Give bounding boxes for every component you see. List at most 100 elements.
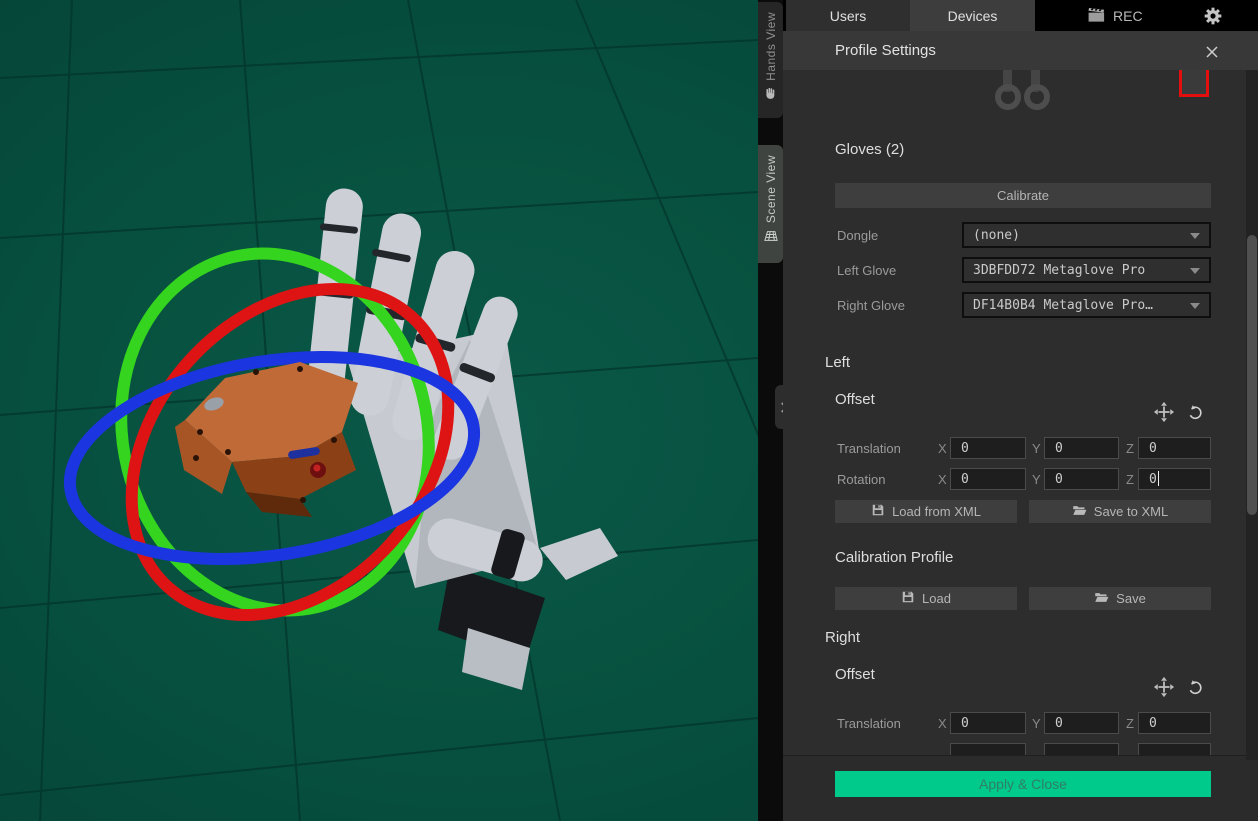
tab-users[interactable]: Users: [786, 0, 910, 31]
left-glove-dropdown[interactable]: 3DBFDD72 Metaglove Pro: [962, 257, 1211, 283]
calibration-load-button[interactable]: Load: [835, 587, 1017, 610]
left-offset-rotate-highlight: [1179, 70, 1209, 97]
left-glove-value: 3DBFDD72 Metaglove Pro: [973, 263, 1145, 278]
scene-viewport[interactable]: [0, 0, 758, 821]
right-offset-heading: Offset: [835, 666, 875, 683]
chevron-down-icon: [1190, 303, 1200, 309]
dialog-titlebar: Profile Settings: [783, 31, 1258, 70]
hands-view-label: Hands View: [764, 12, 778, 81]
left-rotation-z-input[interactable]: [1138, 468, 1211, 490]
chevron-down-icon: [1190, 268, 1200, 274]
axis-z-label: Z: [1126, 716, 1134, 731]
chevron-down-icon: [1190, 233, 1200, 239]
tab-users-label: Users: [830, 8, 867, 24]
scrollbar-track[interactable]: [1246, 70, 1258, 760]
right-glove-label: Right Glove: [837, 298, 905, 313]
glove-fingertip-ring: [995, 84, 1021, 110]
left-rotation-y-input[interactable]: [1044, 468, 1119, 490]
right-offset-move-button[interactable]: [1152, 675, 1176, 699]
glove-fingertip-ring: [1024, 84, 1050, 110]
calibration-load-label: Load: [922, 591, 951, 606]
rotate-icon: [1186, 403, 1205, 422]
dialog-footer: Apply & Close: [783, 755, 1258, 821]
dongle-dropdown[interactable]: (none): [962, 222, 1211, 248]
left-heading: Left: [825, 354, 850, 371]
right-translation-x-input[interactable]: [950, 712, 1026, 734]
load-from-xml-button[interactable]: Load from XML: [835, 500, 1017, 523]
right-offset-rotate-button[interactable]: [1183, 675, 1207, 699]
right-glove-dropdown[interactable]: DF14B0B4 Metaglove Pro…: [962, 292, 1211, 318]
gloves-heading: Gloves (2): [835, 141, 904, 158]
scene-view-label: Scene View: [764, 155, 778, 223]
folder-icon: [1072, 503, 1087, 521]
move-icon: [1153, 401, 1175, 423]
axis-x-label: X: [938, 472, 947, 487]
right-rotation-row-clipped: [783, 743, 1258, 755]
hand-icon: [764, 87, 777, 105]
apply-close-label: Apply & Close: [979, 776, 1067, 792]
dialog-scroll-area[interactable]: Gloves (2) Calibrate Dongle (none) Left …: [783, 70, 1258, 755]
left-translation-y-input[interactable]: [1044, 437, 1119, 459]
floppy-icon: [901, 590, 915, 607]
left-offset-move-button[interactable]: [1152, 400, 1176, 424]
apply-close-button[interactable]: Apply & Close: [835, 771, 1211, 797]
close-icon: [1204, 44, 1220, 60]
rec-label: REC: [1113, 8, 1143, 24]
gear-icon: [1203, 6, 1223, 26]
axis-y-label: Y: [1032, 472, 1041, 487]
dongle-value: (none): [973, 228, 1020, 243]
scrollbar-thumb[interactable]: [1247, 235, 1257, 515]
settings-panel: Users Devices REC: [783, 0, 1258, 821]
left-rotation-x-input[interactable]: [950, 468, 1026, 490]
save-to-xml-label: Save to XML: [1094, 504, 1168, 519]
robot-hand-model: [304, 187, 618, 690]
app-window: Hands View Scene View Users Devices: [0, 0, 1258, 821]
save-to-xml-button[interactable]: Save to XML: [1029, 500, 1211, 523]
scene-3d-render: [0, 0, 758, 821]
rec-button[interactable]: REC: [1087, 0, 1143, 31]
left-rotation-row: X Y Z: [783, 468, 1258, 492]
axis-z-label: Z: [1126, 472, 1134, 487]
calibrate-label: Calibrate: [997, 188, 1049, 203]
close-button[interactable]: [1203, 43, 1220, 60]
clipped-input[interactable]: [1138, 743, 1211, 755]
calibration-profile-heading: Calibration Profile: [835, 549, 953, 566]
rotate-icon: [1186, 678, 1205, 697]
settings-gear-button[interactable]: [1202, 5, 1224, 27]
clipped-input[interactable]: [950, 743, 1026, 755]
axis-y-label: Y: [1032, 716, 1041, 731]
tab-scene-view[interactable]: Scene View: [758, 145, 783, 263]
dongle-label: Dongle: [837, 228, 878, 243]
tab-hands-view[interactable]: Hands View: [758, 2, 783, 118]
right-translation-row: X Y Z: [783, 712, 1258, 736]
clipped-input[interactable]: [1044, 743, 1119, 755]
left-translation-z-input[interactable]: [1138, 437, 1211, 459]
clapperboard-icon: [1087, 5, 1106, 27]
axis-x-label: X: [938, 716, 947, 731]
move-icon: [1153, 676, 1175, 698]
calibrate-button[interactable]: Calibrate: [835, 183, 1211, 208]
left-translation-x-input[interactable]: [950, 437, 1026, 459]
tab-devices[interactable]: Devices: [910, 0, 1035, 31]
left-translation-row: X Y Z: [783, 437, 1258, 461]
top-tab-bar: Users Devices REC: [783, 0, 1258, 31]
dialog-title: Profile Settings: [835, 42, 936, 59]
tab-devices-label: Devices: [948, 8, 998, 24]
scene-grid-icon: [764, 229, 778, 248]
glove-tracker-module: [175, 362, 358, 517]
right-heading: Right: [825, 629, 860, 646]
left-offset-heading: Offset: [835, 391, 875, 408]
right-translation-y-input[interactable]: [1044, 712, 1119, 734]
folder-icon: [1094, 590, 1109, 608]
left-offset-rotate-button[interactable]: [1183, 400, 1207, 424]
axis-y-label: Y: [1032, 441, 1041, 456]
load-from-xml-label: Load from XML: [892, 504, 981, 519]
calibration-save-button[interactable]: Save: [1029, 587, 1211, 610]
right-glove-value: DF14B0B4 Metaglove Pro…: [973, 298, 1153, 313]
axis-z-label: Z: [1126, 441, 1134, 456]
left-glove-label: Left Glove: [837, 263, 896, 278]
floppy-icon: [871, 503, 885, 520]
right-translation-z-input[interactable]: [1138, 712, 1211, 734]
calibration-save-label: Save: [1116, 591, 1146, 606]
axis-x-label: X: [938, 441, 947, 456]
